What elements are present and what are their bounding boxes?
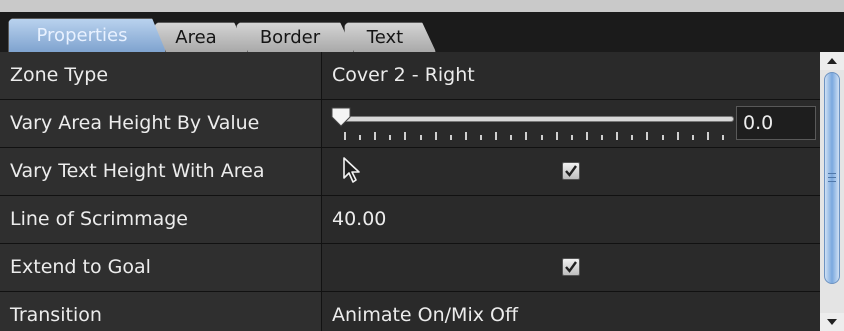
tab-bar: Properties Area Border Text bbox=[0, 12, 844, 52]
vary-area-height-label: Vary Area Height By Value bbox=[0, 100, 322, 147]
transition-label: Transition bbox=[0, 292, 322, 331]
slider-tick bbox=[434, 132, 437, 140]
scroll-grip-line bbox=[828, 181, 836, 182]
slider-tick bbox=[631, 135, 634, 140]
vary-area-height-value[interactable]: 0.0 bbox=[736, 106, 816, 140]
slider-tick bbox=[374, 132, 377, 140]
slider-tick bbox=[525, 132, 528, 140]
slider-tick bbox=[464, 132, 467, 140]
scroll-up-arrow-icon[interactable] bbox=[820, 52, 844, 70]
slider-ticks bbox=[344, 132, 724, 140]
slider-track[interactable] bbox=[338, 116, 734, 122]
window-top-edge bbox=[0, 0, 844, 12]
vertical-scrollbar[interactable] bbox=[820, 52, 844, 331]
scroll-grip-line bbox=[828, 177, 836, 178]
property-grid: Zone Type Cover 2 - Right Vary Area Heig… bbox=[0, 52, 820, 331]
row-extend-to-goal: Extend to Goal bbox=[0, 244, 820, 292]
slider-thumb[interactable] bbox=[330, 106, 352, 128]
slider-tick bbox=[495, 132, 498, 140]
vary-text-height-cell bbox=[322, 148, 820, 195]
mouse-pointer-icon bbox=[343, 157, 360, 183]
row-vary-area-height: Vary Area Height By Value 0.0 bbox=[0, 100, 820, 148]
zone-type-value[interactable]: Cover 2 - Right bbox=[322, 52, 820, 99]
scroll-grip-line bbox=[828, 173, 836, 174]
slider-tick bbox=[646, 132, 649, 140]
tab-border[interactable]: Border bbox=[236, 22, 354, 52]
line-of-scrimmage-label: Line of Scrimmage bbox=[0, 196, 322, 243]
slider-tick bbox=[706, 132, 709, 140]
slider-tick bbox=[691, 135, 694, 140]
row-line-of-scrimmage: Line of Scrimmage 40.00 bbox=[0, 196, 820, 244]
extend-to-goal-cell bbox=[322, 244, 820, 291]
tab-area[interactable]: Area bbox=[154, 22, 248, 52]
slider-tick bbox=[601, 135, 604, 140]
slider-tick bbox=[585, 132, 588, 140]
row-zone-type: Zone Type Cover 2 - Right bbox=[0, 52, 820, 100]
slider-tick bbox=[661, 135, 664, 140]
extend-to-goal-checkbox[interactable] bbox=[562, 258, 580, 276]
transition-value[interactable]: Animate On/Mix Off bbox=[322, 292, 820, 331]
vary-text-height-checkbox[interactable] bbox=[562, 162, 580, 180]
row-transition: Transition Animate On/Mix Off bbox=[0, 292, 820, 331]
scroll-down-arrow-icon[interactable] bbox=[820, 313, 844, 331]
slider-tick bbox=[510, 135, 513, 140]
tab-text[interactable]: Text bbox=[344, 22, 436, 52]
slider-tick bbox=[404, 132, 407, 140]
vary-area-height-slider-cell: 0.0 bbox=[322, 100, 820, 147]
slider-tick bbox=[540, 135, 543, 140]
extend-to-goal-label: Extend to Goal bbox=[0, 244, 322, 291]
slider-tick bbox=[676, 132, 679, 140]
slider-tick bbox=[570, 135, 573, 140]
tab-properties[interactable]: Properties bbox=[8, 18, 166, 52]
slider-tick bbox=[389, 135, 392, 140]
zone-type-label: Zone Type bbox=[0, 52, 322, 99]
slider-tick bbox=[480, 135, 483, 140]
checkmark-icon bbox=[565, 261, 577, 273]
slider-tick bbox=[616, 132, 619, 140]
slider-tick bbox=[419, 135, 422, 140]
line-of-scrimmage-value[interactable]: 40.00 bbox=[322, 196, 820, 243]
slider-tick bbox=[359, 135, 362, 140]
slider-tick bbox=[449, 135, 452, 140]
slider-tick bbox=[344, 132, 346, 140]
vary-text-height-label: Vary Text Height With Area bbox=[0, 148, 322, 195]
slider-tick bbox=[555, 132, 558, 140]
row-vary-text-height: Vary Text Height With Area bbox=[0, 148, 820, 196]
scroll-thumb[interactable] bbox=[824, 72, 840, 284]
slider-tick bbox=[722, 135, 724, 140]
checkmark-icon bbox=[565, 165, 577, 177]
